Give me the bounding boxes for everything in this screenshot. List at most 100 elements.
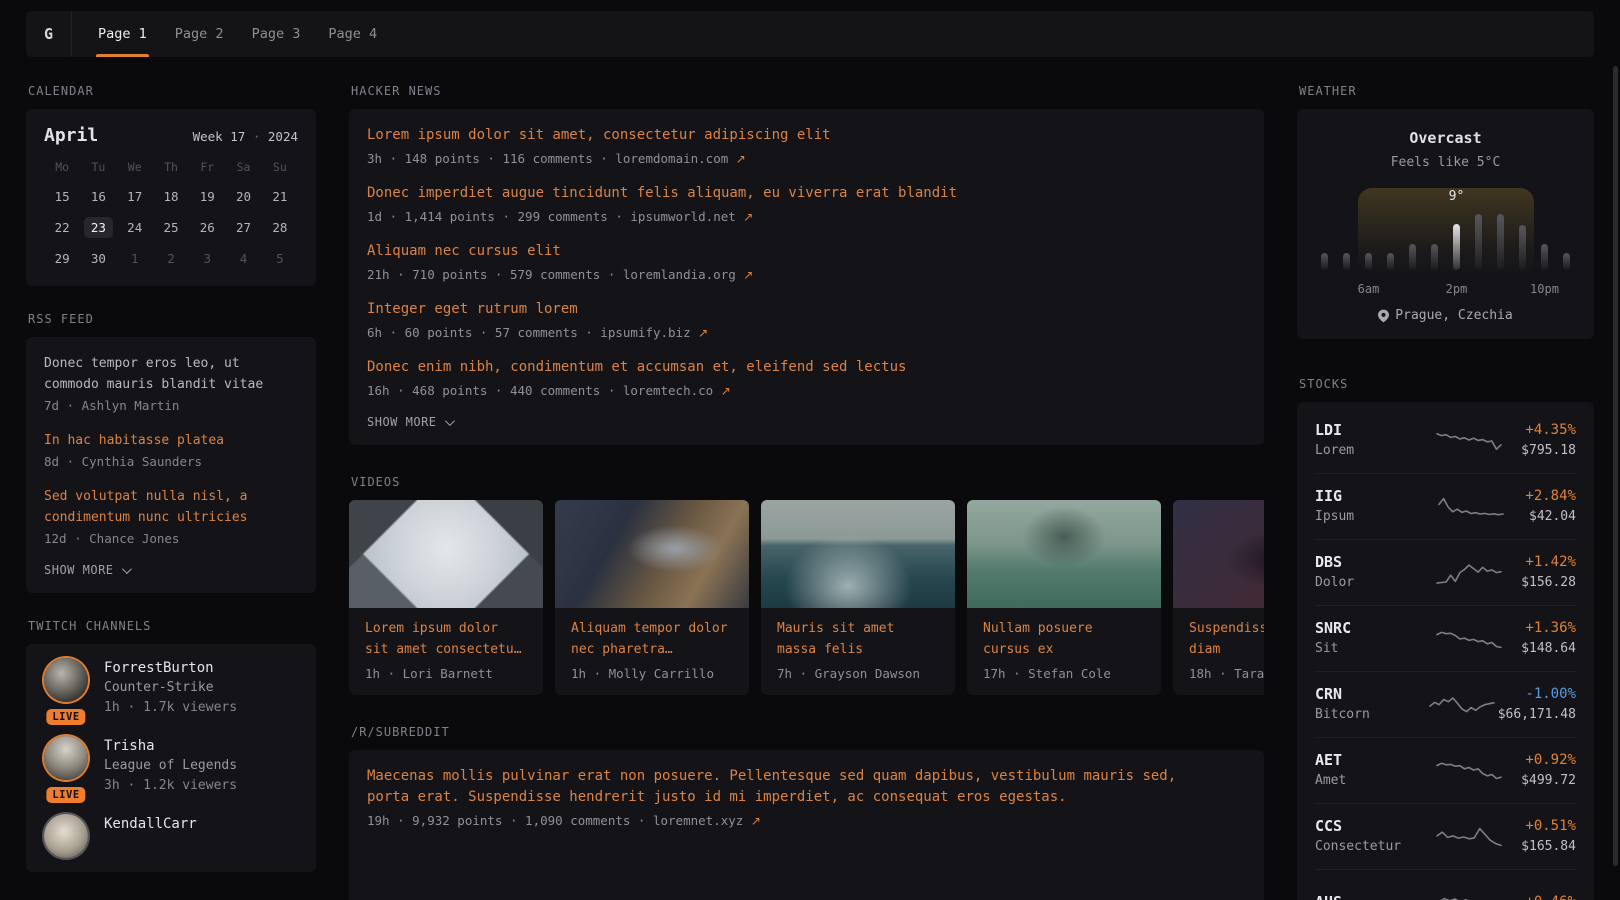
calendar-day: 2 <box>153 246 189 270</box>
weather-temp-bar <box>1497 214 1504 270</box>
calendar-week: Week 17 <box>193 129 246 144</box>
app-logo[interactable]: G <box>26 11 72 57</box>
hn-item-domain[interactable]: loremtech.co <box>623 383 713 398</box>
hn-item-domain[interactable]: ipsumify.biz <box>600 325 690 340</box>
stock-price: $156.28 <box>1521 573 1576 593</box>
hn-item-title[interactable]: Donec enim nibh, condimentum et accumsan… <box>367 357 1246 378</box>
video-title[interactable]: Lorem ipsum dolor sit amet consectetu… <box>365 618 527 660</box>
video-card[interactable]: Nullam posuere cursus ex 17h · Stefan Co… <box>967 500 1161 695</box>
video-card[interactable]: Suspendisse diam 18h · Tara <box>1173 500 1264 695</box>
top-bar: G Page 1 Page 2 Page 3 Page 4 <box>26 11 1594 57</box>
hn-item: Integer eget rutrum lorem 6h · 60 points… <box>367 299 1246 343</box>
rss-widget: RSS FEED Donec tempor eros leo, ut commo… <box>26 312 316 593</box>
rss-item-meta: 7d · Ashlyn Martin <box>44 396 298 416</box>
twitch-channel-row[interactable]: LIVE Trisha League of Legends 3h · 1.2k … <box>44 736 298 796</box>
hn-item-title[interactable]: Aliquam nec cursus elit <box>367 241 1246 262</box>
hn-item-title[interactable]: Donec imperdiet augue tincidunt felis al… <box>367 183 1246 204</box>
twitch-channel-name[interactable]: ForrestBurton <box>104 658 237 678</box>
stock-change: +4.35% <box>1521 420 1576 441</box>
stock-row[interactable]: CRN Bitcorn -1.00% $66,171.48 <box>1315 671 1576 737</box>
hn-item-title[interactable]: Integer eget rutrum lorem <box>367 299 1246 320</box>
video-card[interactable]: Lorem ipsum dolor sit amet consectetu… 1… <box>349 500 543 695</box>
hn-item-domain[interactable]: ipsumworld.net <box>630 209 735 224</box>
videos-widget: VIDEOS Lorem ipsum dolor sit amet consec… <box>349 475 1264 695</box>
stock-row[interactable]: LDI Lorem +4.35% $795.18 <box>1315 407 1576 473</box>
right-column: WEATHER Overcast Feels like 5°C 9° 6am 2… <box>1297 84 1594 900</box>
scrollbar[interactable] <box>1613 66 1618 866</box>
video-card[interactable]: Aliquam tempor dolor nec pharetra… 1h · … <box>555 500 749 695</box>
calendar-day: 29 <box>44 246 80 270</box>
hn-item-meta: 6h · 60 points · 57 comments · ipsumify.… <box>367 323 1246 343</box>
stock-row[interactable]: AHS +0.46% <box>1315 869 1576 900</box>
video-card[interactable]: Mauris sit amet massa felis 7h · Grayson… <box>761 500 955 695</box>
video-title[interactable]: Mauris sit amet massa felis <box>777 618 939 660</box>
hn-show-more-button[interactable]: SHOW MORE <box>367 415 1246 429</box>
video-thumbnail[interactable] <box>349 500 543 608</box>
stock-symbol: LDI <box>1315 420 1427 441</box>
stock-row[interactable]: SNRC Sit +1.36% $148.64 <box>1315 605 1576 671</box>
weather-temp-bar <box>1321 253 1328 270</box>
calendar-day-grid: 1516171819202122232425262728293012345 <box>44 184 298 270</box>
hn-item-title[interactable]: Lorem ipsum dolor sit amet, consectetur … <box>367 125 1246 146</box>
calendar-day: 20 <box>225 184 261 208</box>
stock-price: $499.72 <box>1521 771 1576 791</box>
calendar-separator: · <box>253 129 261 144</box>
twitch-channel-row[interactable]: LIVE ForrestBurton Counter-Strike 1h · 1… <box>44 658 298 718</box>
rss-widget-label: RSS FEED <box>28 312 316 326</box>
video-thumbnail[interactable] <box>761 500 955 608</box>
weather-hour-slot <box>1512 225 1534 270</box>
weather-hour-label: 10pm <box>1530 282 1559 296</box>
subreddit-post-domain[interactable]: loremnet.xyz <box>653 813 743 828</box>
stock-row[interactable]: CCS Consectetur +0.51% $165.84 <box>1315 803 1576 869</box>
stock-row[interactable]: IIG Ipsum +2.84% $42.04 <box>1315 473 1576 539</box>
video-info: Aliquam tempor dolor nec pharetra… 1h · … <box>555 608 749 695</box>
middle-column: HACKER NEWS Lorem ipsum dolor sit amet, … <box>349 84 1264 900</box>
video-title[interactable]: Nullam posuere cursus ex <box>983 618 1145 660</box>
calendar-weekday: We <box>117 158 153 176</box>
weather-location: Prague, Czechia <box>1313 308 1578 323</box>
twitch-channel-game: League of Legends <box>104 756 237 776</box>
stock-row[interactable]: AET Amet +0.92% $499.72 <box>1315 737 1576 803</box>
tab-page-1[interactable]: Page 1 <box>98 11 147 57</box>
rss-show-more-button[interactable]: SHOW MORE <box>44 563 298 577</box>
stock-price: $148.64 <box>1521 639 1576 659</box>
location-pin-icon <box>1378 309 1389 323</box>
weather-hour-slot <box>1534 244 1556 270</box>
stock-row[interactable]: DBS Dolor +1.42% $156.28 <box>1315 539 1576 605</box>
calendar-day: 5 <box>262 246 298 270</box>
twitch-channel-meta: 3h · 1.2k viewers <box>104 776 237 796</box>
hn-item: Donec imperdiet augue tincidunt felis al… <box>367 183 1246 227</box>
tab-page-2[interactable]: Page 2 <box>175 11 224 57</box>
video-thumbnail[interactable] <box>1173 500 1264 608</box>
calendar-day: 1 <box>117 246 153 270</box>
dashboard-page: G Page 1 Page 2 Page 3 Page 4 CALENDAR A… <box>0 11 1620 900</box>
calendar-weekday: Sa <box>225 158 261 176</box>
twitch-channel-row[interactable]: LIVE KendallCarr <box>44 814 298 858</box>
video-title[interactable]: Aliquam tempor dolor nec pharetra… <box>571 618 733 660</box>
rss-item-title[interactable]: Donec tempor eros leo, ut commodo mauris… <box>44 353 298 395</box>
calendar-week-year: Week 17 · 2024 <box>193 129 298 144</box>
calendar-day-selected: 23 <box>80 215 116 239</box>
twitch-avatar-wrap: LIVE <box>44 736 88 796</box>
twitch-channel-name[interactable]: KendallCarr <box>104 814 197 834</box>
weather-hour-slot <box>1490 214 1512 270</box>
rss-item-title[interactable]: In hac habitasse platea <box>44 430 298 451</box>
video-title[interactable]: Suspendisse diam <box>1189 618 1264 660</box>
video-meta: 7h · Grayson Dawson <box>777 666 939 681</box>
tab-page-3[interactable]: Page 3 <box>252 11 301 57</box>
tab-page-4[interactable]: Page 4 <box>328 11 377 57</box>
stock-id: CCS Consectetur <box>1315 816 1427 857</box>
stock-symbol: CCS <box>1315 816 1427 837</box>
hn-item-domain[interactable]: loremlandia.org <box>623 267 736 282</box>
video-thumbnail[interactable] <box>555 500 749 608</box>
subreddit-post-title[interactable]: Maecenas mollis pulvinar erat non posuer… <box>367 766 1197 808</box>
calendar-day: 24 <box>117 215 153 239</box>
rss-item-title[interactable]: Sed volutpat nulla nisl, a condimentum n… <box>44 486 298 528</box>
hn-item-domain[interactable]: loremdomain.com <box>615 151 728 166</box>
stock-symbol: AET <box>1315 750 1427 771</box>
twitch-channel-name[interactable]: Trisha <box>104 736 237 756</box>
weather-hour-slot <box>1358 253 1380 270</box>
video-meta: 1h · Molly Carrillo <box>571 666 733 681</box>
video-thumbnail[interactable] <box>967 500 1161 608</box>
stock-change: +0.92% <box>1521 750 1576 771</box>
